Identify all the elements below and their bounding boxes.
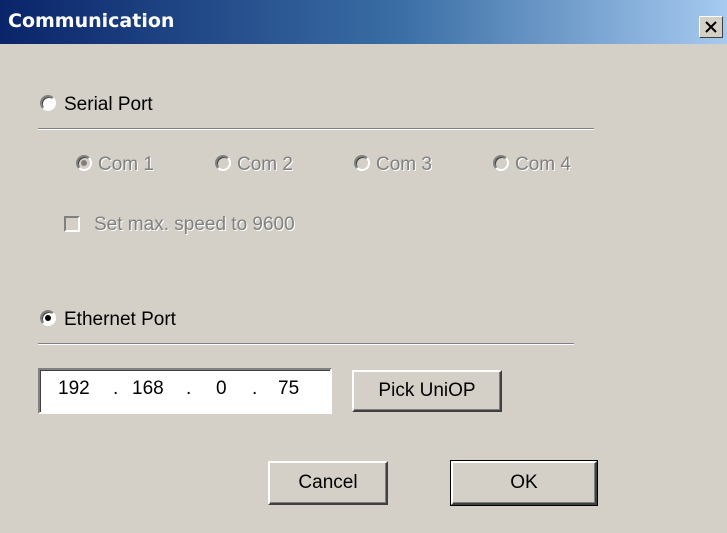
serial-port-label: Serial Port (64, 94, 153, 115)
pick-uniop-button[interactable]: Pick UniOP (352, 370, 502, 412)
window-title: Communication (8, 10, 175, 32)
close-icon (705, 21, 717, 33)
ethernet-port-radio[interactable] (40, 310, 56, 326)
ip-dot-2: . (186, 378, 192, 399)
serial-separator (38, 128, 594, 130)
max-speed-checkbox[interactable] (64, 216, 80, 232)
com2-radio[interactable] (215, 155, 231, 171)
ok-button[interactable]: OK (450, 460, 598, 506)
com4-radio[interactable] (493, 155, 509, 171)
ip-octet-2[interactable]: 168 (132, 378, 164, 400)
ip-octet-4[interactable]: 75 (278, 378, 299, 400)
ip-address-field[interactable]: 192 . 168 . 0 . 75 (38, 368, 332, 414)
com1-label: Com 1 (98, 154, 154, 175)
radio-selected-dot (81, 160, 87, 166)
com3-radio[interactable] (354, 155, 370, 171)
ethernet-separator (38, 343, 574, 345)
ip-octet-3[interactable]: 0 (216, 378, 227, 400)
cancel-button[interactable]: Cancel (268, 461, 388, 505)
com2-label: Com 2 (237, 154, 293, 175)
ip-octet-1[interactable]: 192 (58, 378, 90, 400)
com1-radio[interactable] (76, 155, 92, 171)
communication-dialog: Communication Serial Port Com 1 Com 2 Co… (0, 0, 727, 533)
com3-label: Com 3 (376, 154, 432, 175)
com4-label: Com 4 (515, 154, 571, 175)
ip-dot-3: . (252, 378, 258, 399)
ip-dot-1: . (113, 378, 119, 399)
serial-port-radio[interactable] (40, 95, 56, 111)
radio-selected-dot (45, 315, 51, 321)
title-bar[interactable]: Communication (0, 0, 727, 44)
ethernet-port-label: Ethernet Port (64, 309, 176, 330)
close-button[interactable] (699, 16, 723, 38)
max-speed-label: Set max. speed to 9600 (94, 214, 295, 235)
